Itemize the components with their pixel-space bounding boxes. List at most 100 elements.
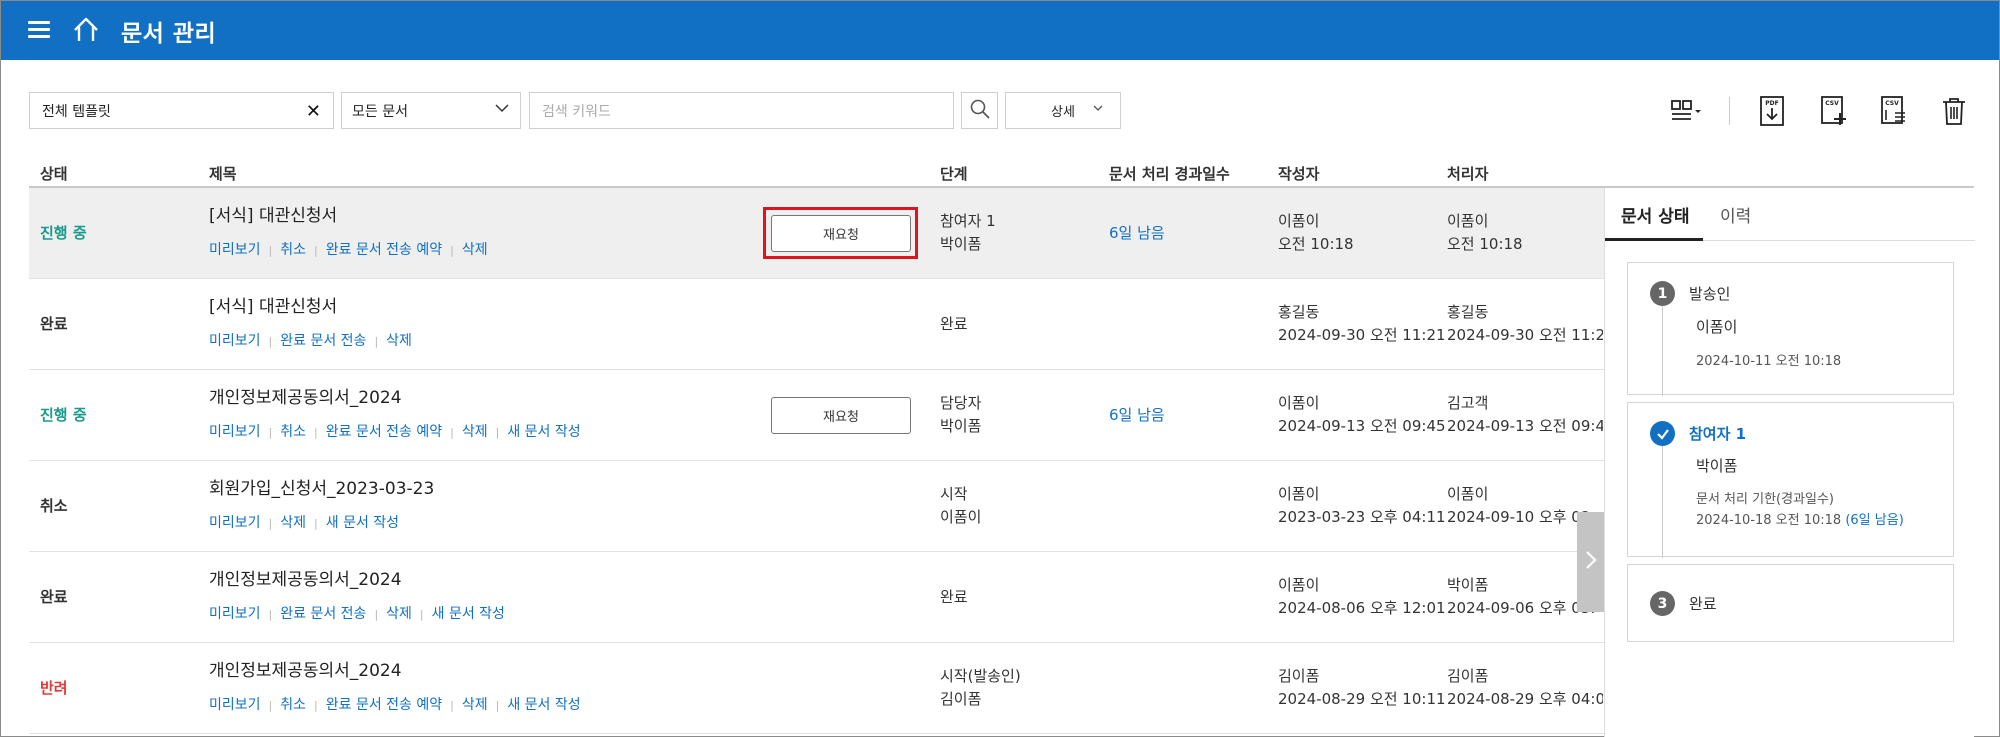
document-title[interactable]: 개인정보제공동의서_2024	[209, 569, 402, 592]
clear-icon[interactable]: ✕	[306, 101, 321, 122]
tab-history[interactable]: 이력	[1720, 202, 1751, 227]
search-button[interactable]	[961, 92, 998, 129]
action-link[interactable]: 삭제	[462, 694, 488, 717]
author-cell: 이폼이 오전 10:18	[1278, 210, 1354, 256]
action-link[interactable]: 삭제	[462, 239, 488, 262]
author-cell: 홍길동 2024-09-30 오전 11:21	[1278, 301, 1446, 347]
step-date-row: 2024-10-18 오전 10:18 (6일 남음)	[1696, 509, 1904, 528]
row-actions: 미리보기 | 취소 | 완료 문서 전송 예약 | 삭제	[209, 239, 488, 262]
step-card-complete: 3 완료	[1627, 564, 1954, 642]
stage-name: 시작(발송인)	[940, 667, 1021, 685]
action-link[interactable]: 새 문서 작성	[326, 512, 399, 535]
action-link[interactable]: 미리보기	[209, 421, 261, 444]
stage-person: 박이폼	[940, 235, 982, 253]
step-person: 이폼이	[1696, 318, 1738, 336]
table-row[interactable]: 반려 개인정보제공동의서_2024 미리보기 | 취소 | 완료 문서 전송 예약 | 삭제 | 새…	[29, 643, 1604, 734]
action-link[interactable]: 완료 문서 전송 예약	[326, 239, 442, 262]
author-name: 이폼이	[1278, 394, 1320, 412]
author-cell: 이폼이 2023-03-23 오후 04:11	[1278, 483, 1446, 529]
stage-person: 김이폼	[940, 690, 982, 708]
handler-time: 2024-09-13 오전 09:46	[1447, 417, 1603, 435]
author-time: 2024-09-30 오전 11:21	[1278, 326, 1446, 344]
table-row[interactable]: 완료 [서식] 대관신청서 미리보기 | 완료 문서 전송 | 삭제 완료 홍길동 2024-09…	[29, 279, 1604, 370]
pdf-download-icon[interactable]: PDF	[1755, 94, 1789, 128]
row-actions: 미리보기 | 완료 문서 전송 | 삭제	[209, 330, 412, 353]
author-time: 2024-09-13 오전 09:45	[1278, 417, 1446, 435]
action-separator: |	[268, 426, 273, 439]
action-link[interactable]: 완료 문서 전송 예약	[326, 694, 442, 717]
template-select[interactable]: 전체 템플릿 ✕	[29, 92, 334, 129]
csv-list-icon[interactable]: CSV	[1876, 94, 1910, 128]
action-separator: |	[419, 608, 424, 621]
home-icon[interactable]	[71, 15, 101, 45]
doc-filter-select[interactable]: 모든 문서	[341, 92, 521, 129]
step-deadline-label: 문서 처리 기한(경과일수)	[1696, 492, 1835, 507]
action-link[interactable]: 새 문서 작성	[507, 421, 580, 444]
action-link[interactable]: 새 문서 작성	[432, 603, 505, 626]
action-link[interactable]: 완료 문서 전송	[280, 330, 366, 353]
action-link[interactable]: 삭제	[462, 421, 488, 444]
row-actions: 미리보기 | 취소 | 완료 문서 전송 예약 | 삭제 | 새 문서 작성	[209, 421, 581, 444]
step-card-participant: 참여자 1 박이폼 문서 처리 기한(경과일수) 2024-10-18 오전 1…	[1627, 402, 1954, 558]
action-link[interactable]: 미리보기	[209, 603, 261, 626]
panel-collapse-handle[interactable]	[1577, 512, 1604, 612]
search-icon	[969, 98, 991, 124]
search-placeholder: 검색 키워드	[542, 103, 611, 120]
handler-cell: 김이폼 2024-08-29 오후 04:04	[1447, 665, 1603, 711]
action-link[interactable]: 미리보기	[209, 330, 261, 353]
stage-name: 시작	[940, 485, 968, 503]
status-badge: 진행 중	[40, 224, 87, 242]
action-link[interactable]: 새 문서 작성	[507, 694, 580, 717]
stage-cell: 완료	[940, 586, 968, 609]
document-status-panel: 문서 상태 이력 1 발송인 이폼이 2024-10-11 오전 10:18 참…	[1604, 188, 1975, 737]
action-link[interactable]: 완료 문서 전송 예약	[326, 421, 442, 444]
document-title[interactable]: [서식] 대관신청서	[209, 205, 337, 228]
author-time: 2024-08-29 오전 10:11	[1278, 690, 1446, 708]
tab-document-status[interactable]: 문서 상태	[1621, 202, 1689, 227]
hamburger-menu-icon[interactable]	[28, 20, 52, 40]
action-link[interactable]: 완료 문서 전송	[280, 603, 366, 626]
status-badge: 진행 중	[40, 406, 87, 424]
author-name: 김이폼	[1278, 667, 1320, 685]
table-row[interactable]: 진행 중 개인정보제공동의서_2024 미리보기 | 취소 | 완료 문서 전송 예약 | 삭제…	[29, 370, 1604, 461]
action-link[interactable]: 미리보기	[209, 694, 261, 717]
handler-time: 오전 10:18	[1447, 235, 1523, 253]
stage-person: 박이폼	[940, 417, 982, 435]
table-row[interactable]: 완료 개인정보제공동의서_2024 미리보기 | 완료 문서 전송 | 삭제 | 새 문서 작성…	[29, 552, 1604, 643]
col-header-author: 작성자	[1278, 165, 1320, 183]
detail-search-button[interactable]: 상세	[1005, 92, 1121, 129]
action-link[interactable]: 미리보기	[209, 512, 261, 535]
document-title[interactable]: 개인정보제공동의서_2024	[209, 387, 402, 410]
table-row[interactable]: 취소 회원가입_신청서_2023-03-23 미리보기 | 삭제 | 새 문서 작성 시작 이폼…	[29, 461, 1604, 552]
trash-icon[interactable]	[1937, 94, 1971, 128]
author-name: 이폼이	[1278, 576, 1320, 594]
table-row[interactable]: 진행 중 [서식] 대관신청서 미리보기 | 취소 | 완료 문서 전송 예약 | 삭제 재요청 참…	[29, 188, 1604, 279]
stage-cell: 시작(발송인) 김이폼	[940, 665, 1021, 711]
document-title[interactable]: 회원가입_신청서_2023-03-23	[209, 478, 434, 501]
stage-cell: 시작 이폼이	[940, 483, 981, 529]
action-link[interactable]: 취소	[280, 239, 306, 262]
author-time: 2023-03-23 오후 04:11	[1278, 508, 1446, 526]
action-link[interactable]: 삭제	[386, 603, 412, 626]
col-header-title: 제목	[209, 165, 237, 183]
retry-button[interactable]: 재요청	[771, 215, 911, 252]
page-title: 문서 관리	[121, 21, 217, 47]
template-select-value: 전체 템플릿	[42, 103, 111, 120]
retry-button[interactable]: 재요청	[771, 397, 911, 434]
step-label: 완료	[1689, 595, 1717, 613]
csv-add-icon[interactable]: CSV	[1816, 94, 1850, 128]
step-connector-line	[1662, 446, 1663, 558]
row-actions: 미리보기 | 완료 문서 전송 | 삭제 | 새 문서 작성	[209, 603, 505, 626]
action-link[interactable]: 삭제	[386, 330, 412, 353]
search-input[interactable]: 검색 키워드	[529, 92, 954, 129]
action-link[interactable]: 취소	[280, 694, 306, 717]
action-link[interactable]: 미리보기	[209, 239, 261, 262]
action-link[interactable]: 취소	[280, 421, 306, 444]
action-separator: |	[314, 517, 318, 530]
step-number-badge: 3	[1650, 591, 1675, 616]
document-title[interactable]: 개인정보제공동의서_2024	[209, 660, 402, 683]
status-badge: 반려	[40, 679, 68, 697]
view-options-icon[interactable]	[1668, 94, 1702, 128]
document-title[interactable]: [서식] 대관신청서	[209, 296, 337, 319]
action-link[interactable]: 삭제	[280, 512, 306, 535]
